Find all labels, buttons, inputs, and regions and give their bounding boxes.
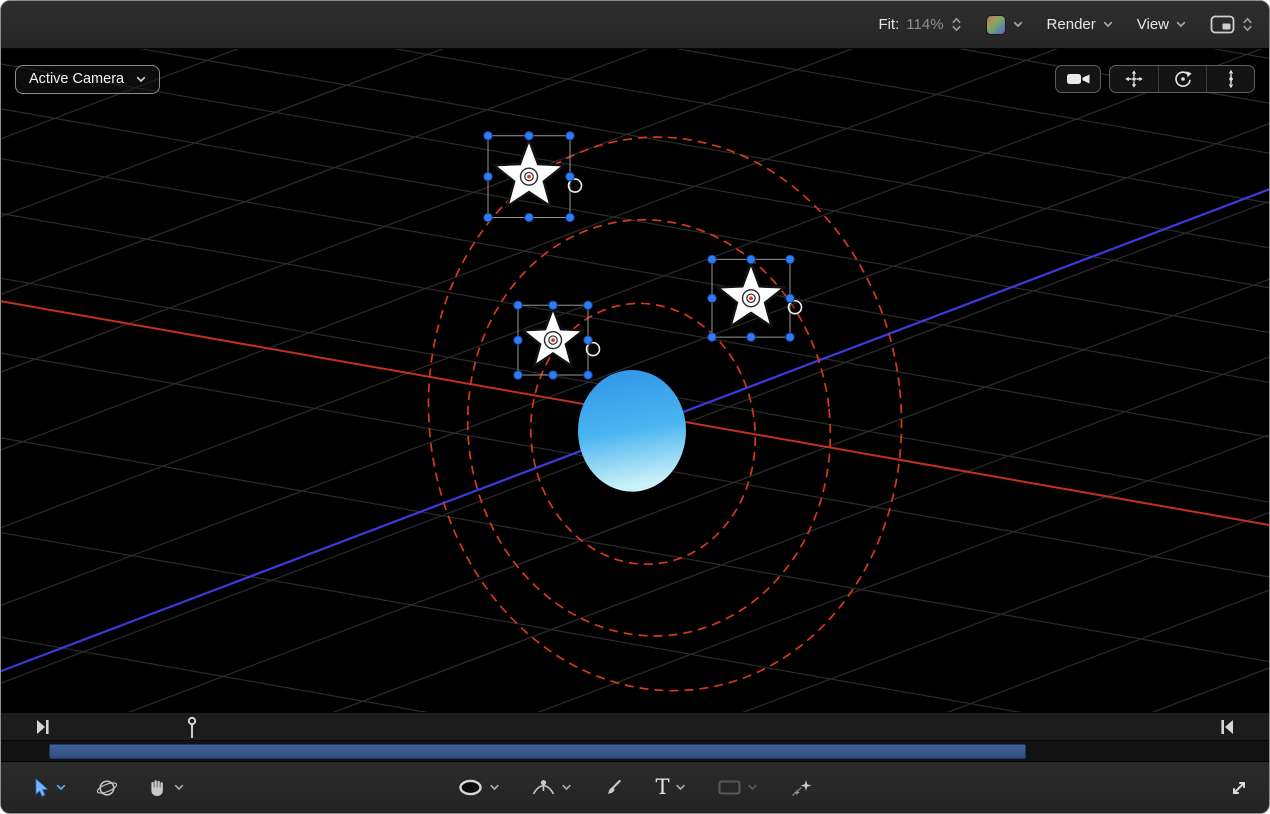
fit-label: Fit:	[878, 16, 899, 33]
text-tool[interactable]: T	[655, 777, 685, 798]
chevron-down-icon	[136, 76, 146, 83]
anchor-dot	[749, 296, 753, 300]
scene	[1, 49, 1269, 712]
paintbrush-tool[interactable]	[603, 778, 623, 798]
selection-handle[interactable]	[584, 336, 593, 345]
view-menu[interactable]: View	[1137, 16, 1186, 33]
selection-handle[interactable]	[747, 333, 756, 342]
zoom-control[interactable]: Fit: 114%	[878, 16, 961, 33]
select-tool[interactable]	[31, 778, 66, 798]
selection-handle[interactable]	[525, 131, 534, 140]
timeline-track-row[interactable]	[1, 740, 1269, 761]
play-range-out-marker[interactable]	[1219, 718, 1235, 736]
selection-handle[interactable]	[566, 131, 575, 140]
selection-handle[interactable]	[708, 294, 717, 303]
play-range-in-marker[interactable]	[35, 718, 51, 736]
hand-icon	[148, 778, 168, 798]
paintbrush-icon	[603, 778, 623, 798]
chevron-down-icon[interactable]	[676, 784, 686, 791]
text-tool-glyph: T	[655, 777, 669, 798]
view-label: View	[1137, 16, 1169, 33]
chevron-down-icon	[1176, 21, 1186, 28]
star-object[interactable]	[708, 255, 802, 341]
display-layout-icon	[1210, 15, 1235, 34]
timeline-ruler[interactable]	[1, 712, 1269, 740]
selection-handle[interactable]	[708, 333, 717, 342]
selection-handle[interactable]	[525, 213, 534, 222]
render-label: Render	[1047, 16, 1096, 33]
selection-handle[interactable]	[786, 333, 795, 342]
selection-handle[interactable]	[484, 172, 493, 181]
pan-view-button[interactable]	[1110, 66, 1158, 92]
selection-handle[interactable]	[514, 336, 523, 345]
bezier-pen-icon	[531, 778, 555, 798]
sphere-object[interactable]	[578, 370, 686, 492]
anchor-dot	[551, 338, 555, 342]
canvas-resize-group	[1229, 762, 1249, 813]
oval-shape-icon	[457, 778, 483, 797]
star-object[interactable]	[514, 301, 600, 379]
transform-3d-tool[interactable]	[96, 777, 118, 799]
layout-stepper-icon[interactable]	[1242, 16, 1253, 33]
rectangle-shape-tool-disabled[interactable]	[718, 779, 758, 796]
bottom-toolbar: T	[1, 761, 1269, 813]
chevron-down-icon[interactable]	[174, 784, 184, 791]
chevron-down-icon[interactable]	[561, 784, 571, 791]
bezier-pen-tool[interactable]	[531, 778, 571, 798]
selection-handle[interactable]	[786, 255, 795, 264]
zoom-value: 114%	[906, 16, 943, 33]
canvas-viewport[interactable]: Active Camera	[1, 49, 1269, 712]
camera-menu-label: Active Camera	[29, 71, 124, 87]
selection-handle[interactable]	[514, 301, 523, 310]
particles-icon	[790, 778, 813, 798]
camera-view-button[interactable]	[1055, 65, 1101, 93]
chevron-down-icon	[748, 784, 758, 791]
color-channels-control[interactable]	[986, 15, 1023, 35]
video-camera-icon	[1066, 71, 1091, 87]
selection-handle[interactable]	[566, 213, 575, 222]
selection-handle[interactable]	[549, 371, 558, 380]
chevron-down-icon	[1103, 21, 1113, 28]
chevron-down-icon[interactable]	[56, 784, 66, 791]
expand-canvas-icon[interactable]	[1229, 778, 1249, 798]
view-tools	[1055, 65, 1255, 93]
selection-handle[interactable]	[708, 255, 717, 264]
selection-handle[interactable]	[584, 301, 593, 310]
chevron-down-icon[interactable]	[489, 784, 499, 791]
selection-handle[interactable]	[566, 172, 575, 181]
selection-handle[interactable]	[484, 213, 493, 222]
selection-handle[interactable]	[786, 294, 795, 303]
orbit-view-icon	[1173, 69, 1193, 89]
creation-tools-group: T	[457, 762, 812, 813]
rectangle-shape-icon	[718, 779, 742, 796]
selection-handle[interactable]	[584, 371, 593, 380]
transform-3d-icon	[96, 777, 118, 799]
selection-handle[interactable]	[484, 131, 493, 140]
zoom-stepper-icon[interactable]	[951, 16, 962, 33]
selection-handle[interactable]	[747, 255, 756, 264]
anchor-dot	[527, 175, 531, 179]
camera-menu-button[interactable]: Active Camera	[15, 65, 160, 94]
dolly-view-icon	[1221, 69, 1241, 89]
color-channels-swatch[interactable]	[986, 15, 1006, 35]
selection-handle[interactable]	[514, 371, 523, 380]
render-menu[interactable]: Render	[1047, 16, 1113, 33]
hand-tool[interactable]	[148, 778, 184, 798]
selection-handle[interactable]	[549, 301, 558, 310]
dolly-view-button[interactable]	[1206, 66, 1254, 92]
pan-view-icon	[1124, 69, 1144, 89]
camera-move-tools	[1109, 65, 1255, 93]
particles-tool[interactable]	[790, 778, 813, 798]
oval-shape-tool[interactable]	[457, 778, 499, 797]
select-arrow-icon	[31, 778, 50, 798]
transform-tools-group	[31, 762, 184, 813]
orbit-view-button[interactable]	[1158, 66, 1206, 92]
motion-canvas-window: Fit: 114% Render View	[0, 0, 1270, 814]
display-layout-control[interactable]	[1210, 15, 1253, 34]
top-toolbar: Fit: 114% Render View	[1, 1, 1269, 49]
playhead[interactable]	[184, 716, 200, 740]
chevron-down-icon	[1013, 21, 1023, 28]
timeline-track-bar[interactable]	[49, 744, 1026, 759]
